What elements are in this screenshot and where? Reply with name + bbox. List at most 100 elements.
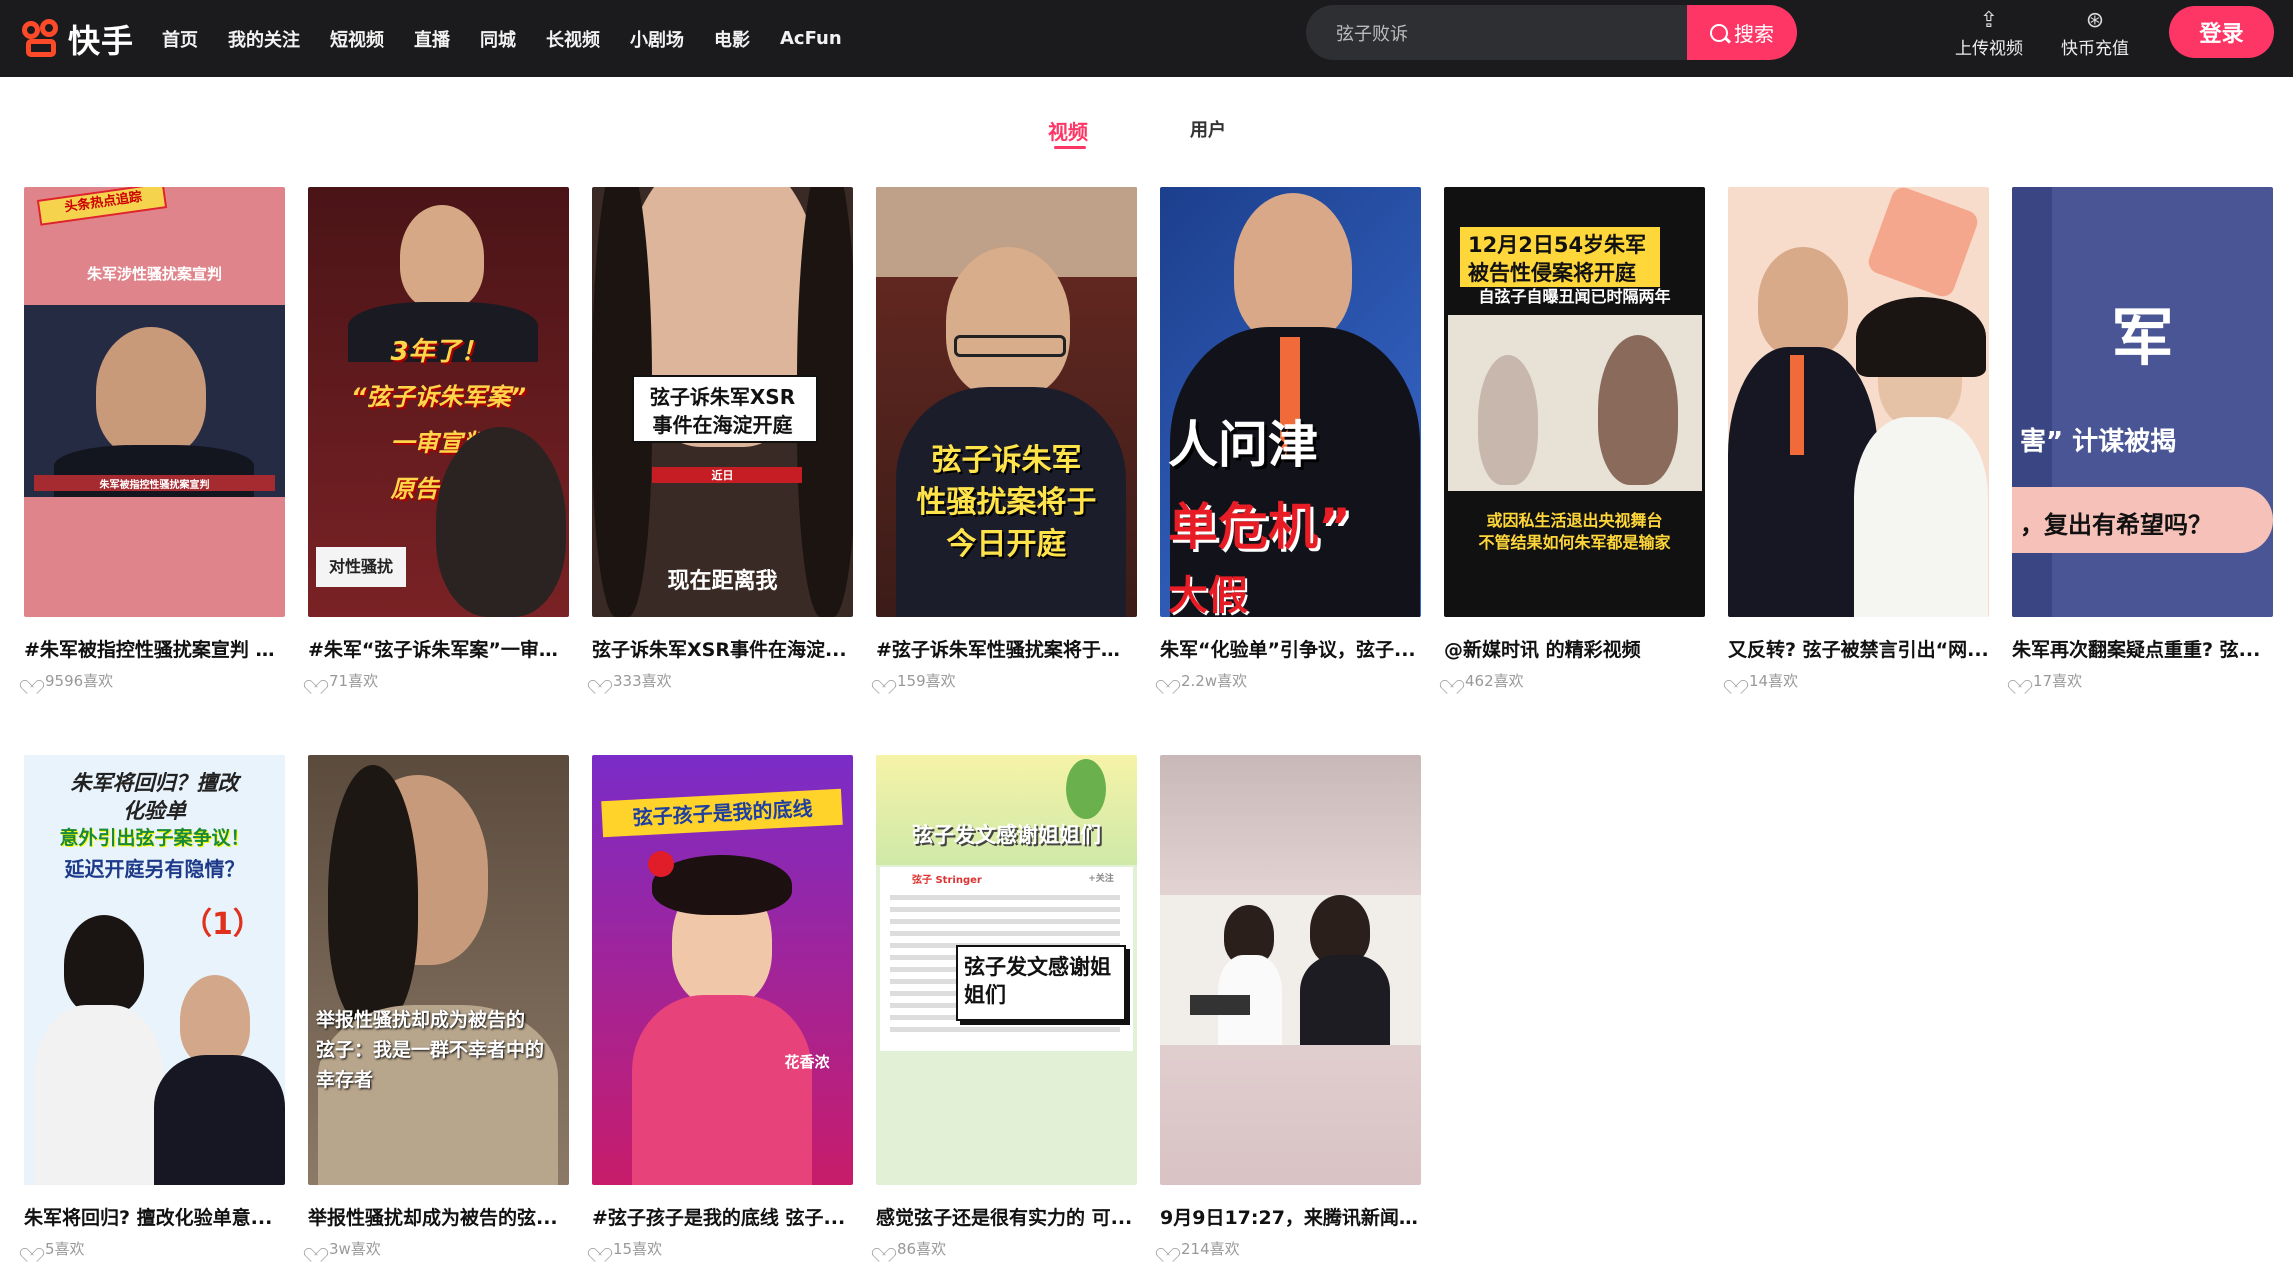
video-title[interactable]: @新媒时讯 的精彩视频 [1444, 635, 1705, 662]
video-thumbnail[interactable]: 弦子诉朱军 性骚扰案将于 今日开庭 [876, 187, 1137, 617]
video-thumbnail[interactable]: 军 害” 计谋被揭 ，复出有希望吗？ [2012, 187, 2273, 617]
heart-icon [876, 674, 891, 687]
result-tabs: 视频 用户 [0, 116, 2293, 156]
video-title[interactable]: 又反转? 弦子被禁言引出“网... [1728, 635, 1989, 662]
like-count-text: 17喜欢 [2033, 672, 2083, 690]
video-thumbnail[interactable]: 举报性骚扰却成为被告的 弦子：我是一群不幸者中的 幸存者 [308, 755, 569, 1185]
video-title[interactable]: #朱军“弦子诉朱军案”一审宣... [308, 635, 569, 662]
like-count: 17喜欢 [2012, 670, 2273, 691]
video-card[interactable]: 举报性骚扰却成为被告的 弦子：我是一群不幸者中的 幸存者 举报性骚扰却成为被告的… [308, 755, 569, 1259]
video-thumbnail[interactable]: 人问津 单危机” 大假 [1160, 187, 1421, 617]
video-title[interactable]: 9月9日17:27，来腾讯新闻“为... [1160, 1203, 1421, 1230]
video-card[interactable]: 人问津 单危机” 大假 朱军“化验单”引争议，弦子... 2.2w喜欢 [1160, 187, 1421, 691]
video-thumbnail[interactable]: 弦子孩子是我的底线 花香浓 [592, 755, 853, 1185]
nav-following[interactable]: 我的关注 [228, 26, 300, 52]
heart-icon [592, 1242, 607, 1255]
thumb-caption: 现在距离我 [667, 569, 778, 594]
video-card[interactable]: 弦子诉朱军XSR 事件在海淀开庭 近日 现在距离我 弦子诉朱军XSR事件在海淀.… [592, 187, 853, 691]
thumb-caption: 弦子 Stringer [912, 875, 982, 886]
video-title[interactable]: 感觉弦子还是很有实力的 可... [876, 1203, 1137, 1230]
video-card[interactable]: 弦子孩子是我的底线 花香浓 #弦子孩子是我的底线 弦子... 15喜欢 [592, 755, 853, 1259]
video-card[interactable]: 军 害” 计谋被揭 ，复出有希望吗？ 朱军再次翻案疑点重重? 弦... 17喜欢 [2012, 187, 2273, 691]
thumb-caption: 大假 [1168, 573, 1248, 617]
like-count-text: 214喜欢 [1181, 1240, 1240, 1258]
video-title[interactable]: #朱军被指控性骚扰案宣判 朱... [24, 635, 285, 662]
video-title[interactable]: 朱军再次翻案疑点重重? 弦... [2012, 635, 2273, 662]
thumb-caption: 花香浓 [784, 1053, 830, 1071]
like-count-text: 159喜欢 [897, 672, 956, 690]
thumb-caption: 幸存者 [316, 1069, 374, 1091]
nav-acfun[interactable]: AcFun [780, 28, 842, 49]
video-card[interactable]: 9月9日17:27，来腾讯新闻“为... 214喜欢 [1160, 755, 1421, 1259]
video-thumbnail[interactable] [1728, 187, 1989, 617]
search-bar: 搜索 [1306, 5, 1797, 60]
video-title[interactable]: #弦子孩子是我的底线 弦子... [592, 1203, 853, 1230]
search-icon [1710, 23, 1728, 42]
video-thumbnail[interactable]: 3年了！ “弦子诉朱军案” 一审宣判 原告败诉 对性骚扰 [308, 187, 569, 617]
like-count: 462喜欢 [1444, 670, 1705, 691]
nav-short-video[interactable]: 短视频 [330, 26, 384, 52]
video-card[interactable]: 弦子发文感谢姐姐们 弦子 Stringer +关注 弦子发文感谢姐 姐们 感觉弦… [876, 755, 1137, 1259]
heart-icon [592, 674, 607, 687]
nav-movie[interactable]: 电影 [714, 26, 750, 52]
video-card[interactable]: 弦子诉朱军 性骚扰案将于 今日开庭 #弦子诉朱军性骚扰案将于今... 159喜欢 [876, 187, 1137, 691]
thumb-caption: 弦子诉朱军 [931, 443, 1082, 478]
video-title[interactable]: 举报性骚扰却成为被告的弦... [308, 1203, 569, 1230]
video-title[interactable]: #弦子诉朱军性骚扰案将于今... [876, 635, 1137, 662]
like-count-text: 3w喜欢 [329, 1240, 381, 1258]
thumb-caption: 性骚扰案将于 [916, 485, 1097, 520]
video-title[interactable]: 朱军将回归? 擅改化验单意... [24, 1203, 285, 1230]
thumb-caption: 举报性骚扰却成为被告的 [316, 1009, 526, 1031]
thumb-caption: 今日开庭 [946, 527, 1067, 562]
like-count-text: 14喜欢 [1749, 672, 1799, 690]
nav-home[interactable]: 首页 [162, 26, 198, 52]
search-button[interactable]: 搜索 [1687, 5, 1797, 60]
nav-mini-drama[interactable]: 小剧场 [630, 26, 684, 52]
tab-users[interactable]: 用户 [1190, 116, 1226, 142]
coin-recharge-button[interactable]: ⊛ 快币充值 [2050, 8, 2140, 68]
video-card[interactable]: 3年了！ “弦子诉朱军案” 一审宣判 原告败诉 对性骚扰 #朱军“弦子诉朱军案”… [308, 187, 569, 691]
like-count: 9596喜欢 [24, 670, 285, 691]
video-thumbnail[interactable]: 弦子发文感谢姐姐们 弦子 Stringer +关注 弦子发文感谢姐 姐们 [876, 755, 1137, 1185]
tab-videos[interactable]: 视频 [1048, 116, 1088, 145]
like-count-text: 462喜欢 [1465, 672, 1524, 690]
video-thumbnail[interactable]: 12月2日54岁朱军 被告性侵案将开庭 自弦子自曝丑闻已时隔两年 或因私生活退出… [1444, 187, 1705, 617]
thumb-caption: 延迟开庭另有隐情？ [64, 857, 245, 881]
thumb-caption: 12月2日54岁朱军 [1468, 233, 1647, 257]
nav-local[interactable]: 同城 [480, 26, 516, 52]
search-input[interactable] [1306, 5, 1686, 60]
heart-icon [1728, 674, 1743, 687]
video-thumbnail[interactable] [1160, 755, 1421, 1185]
like-count: 14喜欢 [1728, 670, 1989, 691]
active-tab-indicator [1054, 146, 1086, 149]
video-card[interactable]: 又反转? 弦子被禁言引出“网... 14喜欢 [1728, 187, 1989, 691]
like-count: 214喜欢 [1160, 1238, 1421, 1259]
heart-icon [308, 674, 323, 687]
thumb-caption: 3年了！ [390, 337, 487, 367]
video-card[interactable]: 朱军将回归？擅改 化验单 意外引出弦子案争议！ 延迟开庭另有隐情？ （1） 朱军… [24, 755, 285, 1259]
video-thumbnail[interactable]: 头条热点追踪 朱军涉性骚扰案宣判 朱军被指控性骚扰案宣判 [24, 187, 285, 617]
video-thumbnail[interactable]: 弦子诉朱军XSR 事件在海淀开庭 近日 现在距离我 [592, 187, 853, 617]
like-count-text: 71喜欢 [329, 672, 379, 690]
thumb-caption: +关注 [1088, 874, 1114, 884]
video-card[interactable]: 12月2日54岁朱军 被告性侵案将开庭 自弦子自曝丑闻已时隔两年 或因私生活退出… [1444, 187, 1705, 691]
kuaishou-logo[interactable]: 快手 [22, 14, 134, 64]
thumb-caption: 意外引出弦子案争议！ [59, 827, 250, 849]
nav-long-video[interactable]: 长视频 [546, 26, 600, 52]
login-button[interactable]: 登录 [2169, 6, 2274, 58]
thumb-caption: 朱军将回归？擅改 [70, 771, 239, 795]
thumb-caption: 朱军涉性骚扰案宣判 [86, 265, 222, 283]
video-title[interactable]: 弦子诉朱军XSR事件在海淀... [592, 635, 853, 662]
thumb-caption: 近日 [711, 469, 734, 482]
thumb-caption: 弦子发文感谢姐 [964, 955, 1111, 979]
video-title[interactable]: 朱军“化验单”引争议，弦子... [1160, 635, 1421, 662]
like-count: 71喜欢 [308, 670, 569, 691]
like-count-text: 15喜欢 [613, 1240, 663, 1258]
upload-video-button[interactable]: ⇪ 上传视频 [1944, 8, 2034, 68]
thumb-caption: 姐们 [964, 983, 1006, 1007]
video-card[interactable]: 头条热点追踪 朱军涉性骚扰案宣判 朱军被指控性骚扰案宣判 #朱军被指控性骚扰案宣… [24, 187, 285, 691]
kuaishou-logo-icon [22, 19, 62, 59]
video-thumbnail[interactable]: 朱军将回归？擅改 化验单 意外引出弦子案争议！ 延迟开庭另有隐情？ （1） [24, 755, 285, 1185]
thumb-caption: 自弦子自曝丑闻已时隔两年 [1478, 287, 1671, 306]
nav-live[interactable]: 直播 [414, 26, 450, 52]
